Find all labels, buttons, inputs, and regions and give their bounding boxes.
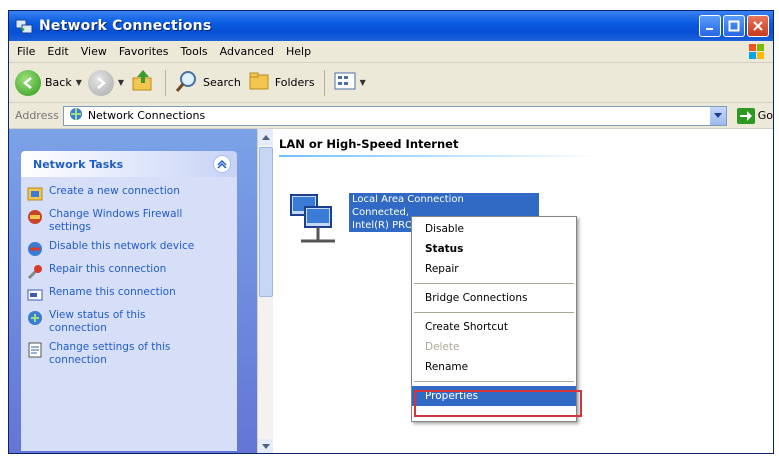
scroll-down-icon[interactable] <box>258 439 274 453</box>
task-change-settings[interactable]: Change settings of this connection <box>27 341 231 367</box>
group-header: LAN or High-Speed Internet <box>279 137 459 151</box>
forward-arrow-icon <box>87 69 114 96</box>
go-button[interactable]: Go <box>736 107 773 124</box>
firewall-icon <box>27 209 43 225</box>
menu-bar: File Edit View Favorites Tools Advanced … <box>9 41 773 63</box>
close-icon <box>753 21 763 31</box>
task-create-connection[interactable]: Create a new connection <box>27 185 231 202</box>
go-label: Go <box>757 109 773 122</box>
scroll-thumb[interactable] <box>259 147 273 297</box>
address-label: Address <box>15 109 59 122</box>
window-title: Network Connections <box>39 18 212 34</box>
search-icon <box>175 69 199 96</box>
task-label: Change settings of this connection <box>49 341 171 366</box>
back-dropdown-icon[interactable]: ▼ <box>76 78 82 87</box>
group-divider <box>279 155 599 157</box>
context-status[interactable]: Status <box>412 239 576 259</box>
network-tasks-title: Network Tasks <box>33 157 124 171</box>
folders-icon <box>247 69 271 96</box>
properties-highlight-box <box>414 390 582 417</box>
context-create-shortcut[interactable]: Create Shortcut <box>412 317 576 337</box>
network-tasks-list: Create a new connection Change Windows F… <box>21 177 237 451</box>
address-field[interactable]: Network Connections <box>62 105 727 126</box>
menu-favorites[interactable]: Favorites <box>119 45 169 58</box>
forward-button[interactable]: ▼ <box>87 69 124 96</box>
address-dropdown-icon[interactable] <box>709 106 726 125</box>
address-bar: Address Network Connections Go <box>9 103 773 129</box>
task-disable-device[interactable]: Disable this network device <box>27 240 231 257</box>
network-tasks-header[interactable]: Network Tasks <box>21 151 237 177</box>
windows-logo-icon <box>747 43 767 61</box>
views-button[interactable]: ▼ <box>334 71 366 94</box>
address-network-icon <box>68 106 84 125</box>
task-label: Create a new connection <box>49 185 180 197</box>
collapse-chevron-icon[interactable] <box>213 155 231 173</box>
task-label: Disable this network device <box>49 240 195 252</box>
minimize-button[interactable] <box>699 15 721 37</box>
search-label: Search <box>203 76 241 89</box>
context-separator <box>414 312 574 313</box>
content-area: Network Tasks Create a new connection Ch… <box>9 129 773 453</box>
settings-icon <box>27 342 43 358</box>
menu-file[interactable]: File <box>17 45 35 58</box>
task-repair-connection[interactable]: Repair this connection <box>27 263 231 280</box>
context-rename[interactable]: Rename <box>412 357 576 377</box>
context-repair[interactable]: Repair <box>412 259 576 279</box>
task-label: Rename this connection <box>49 286 176 298</box>
standard-toolbar: Back ▼ ▼ Search Folders ▼ <box>9 63 773 103</box>
back-button[interactable]: Back ▼ <box>15 69 82 96</box>
views-dropdown-icon[interactable]: ▼ <box>360 78 366 87</box>
toolbar-separator <box>165 69 167 96</box>
toolbar-separator <box>323 69 325 96</box>
task-view-status[interactable]: View status of this connection <box>27 309 231 335</box>
task-firewall-settings[interactable]: Change Windows Firewall settings <box>27 208 231 234</box>
disable-device-icon <box>27 241 43 257</box>
new-connection-icon <box>27 186 43 202</box>
search-button[interactable]: Search <box>175 69 241 96</box>
context-bridge-connections[interactable]: Bridge Connections <box>412 288 576 308</box>
network-connections-window: Network Connections File Edit View Favor… <box>8 10 774 454</box>
menu-advanced[interactable]: Advanced <box>220 45 274 58</box>
network-tasks-panel: Network Tasks Create a new connection Ch… <box>21 151 237 451</box>
up-folder-button[interactable] <box>130 68 156 97</box>
folders-label: Folders <box>274 76 315 89</box>
menu-edit[interactable]: Edit <box>47 45 68 58</box>
up-folder-icon <box>130 68 156 97</box>
rename-icon <box>27 287 43 303</box>
lan-connection-icon[interactable] <box>287 189 345 249</box>
task-label: View status of this connection <box>49 309 146 334</box>
context-delete: Delete <box>425 341 460 353</box>
address-value: Network Connections <box>87 109 206 122</box>
vertical-scrollbar[interactable] <box>257 129 274 453</box>
repair-icon <box>27 264 43 280</box>
status-icon <box>27 310 43 326</box>
maximize-icon <box>728 20 740 32</box>
forward-dropdown-icon[interactable]: ▼ <box>118 78 124 87</box>
views-icon <box>334 71 356 94</box>
back-arrow-icon <box>15 69 41 96</box>
folders-button[interactable]: Folders <box>247 69 315 96</box>
task-rename-connection[interactable]: Rename this connection <box>27 286 231 303</box>
network-connections-icon <box>15 17 33 35</box>
task-label: Repair this connection <box>49 263 167 275</box>
context-separator <box>414 381 574 382</box>
title-bar[interactable]: Network Connections <box>9 11 773 41</box>
minimize-icon <box>706 28 713 30</box>
context-separator <box>414 283 574 284</box>
connection-name: Local Area Connection <box>349 193 539 206</box>
task-label: Change Windows Firewall settings <box>49 208 183 233</box>
maximize-button[interactable] <box>723 15 745 37</box>
go-arrow-icon <box>736 107 755 124</box>
menu-help[interactable]: Help <box>286 45 311 58</box>
menu-view[interactable]: View <box>81 45 107 58</box>
task-pane: Network Tasks Create a new connection Ch… <box>9 129 257 453</box>
context-disable[interactable]: Disable <box>412 219 576 239</box>
scroll-up-icon[interactable] <box>258 129 274 145</box>
back-label: Back <box>45 76 72 89</box>
close-button[interactable] <box>747 15 769 37</box>
menu-tools[interactable]: Tools <box>181 45 208 58</box>
